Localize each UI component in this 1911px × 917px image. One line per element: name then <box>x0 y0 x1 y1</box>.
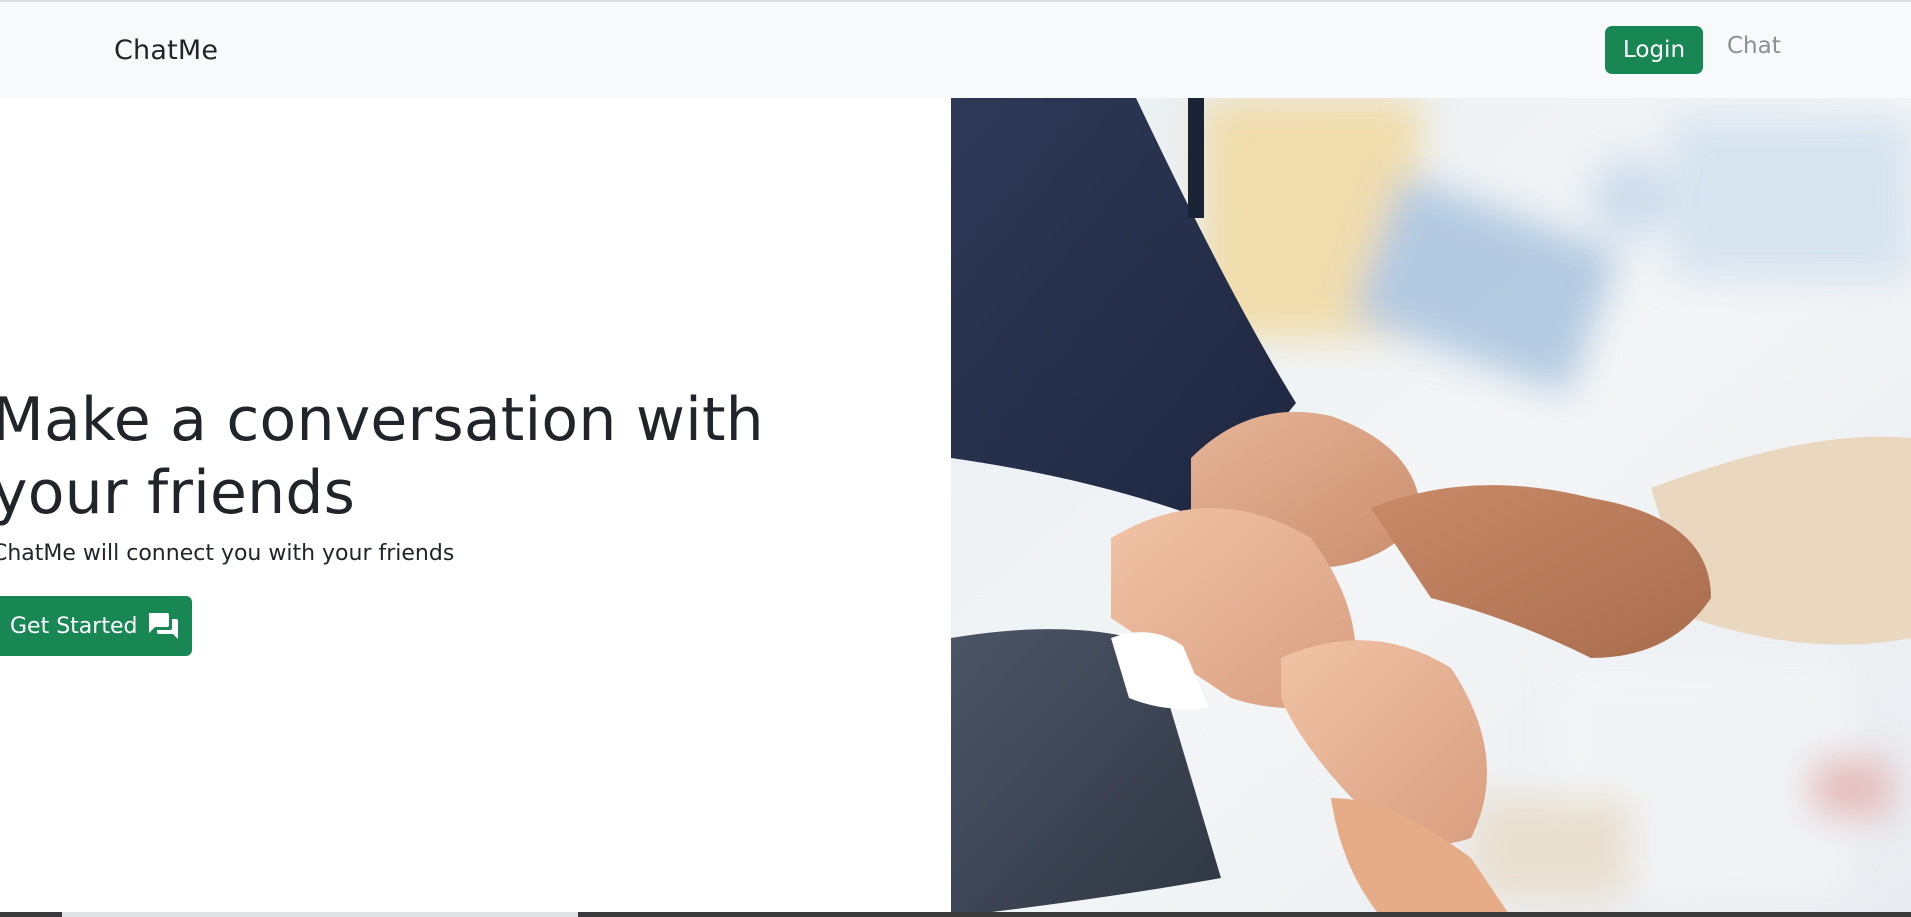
login-button[interactable]: Login <box>1605 26 1703 74</box>
team-hands-illustration <box>951 98 1911 917</box>
brand-logo-text[interactable]: ChatMe <box>114 35 218 66</box>
hero-subtitle: ChatMe will connect you with your friend… <box>0 541 455 566</box>
team-hands-photo <box>951 98 1911 917</box>
get-started-button[interactable]: Get Started <box>0 596 192 656</box>
get-started-label: Get Started <box>10 613 138 639</box>
hero-title: Make a conversation with your friends <box>0 385 764 528</box>
bottom-scroll-indicator <box>0 912 1911 917</box>
navbar: ChatMe Login Chat <box>0 2 1911 98</box>
chat-nav-link[interactable]: Chat <box>1727 33 1781 59</box>
chat-bubbles-icon <box>149 613 179 639</box>
